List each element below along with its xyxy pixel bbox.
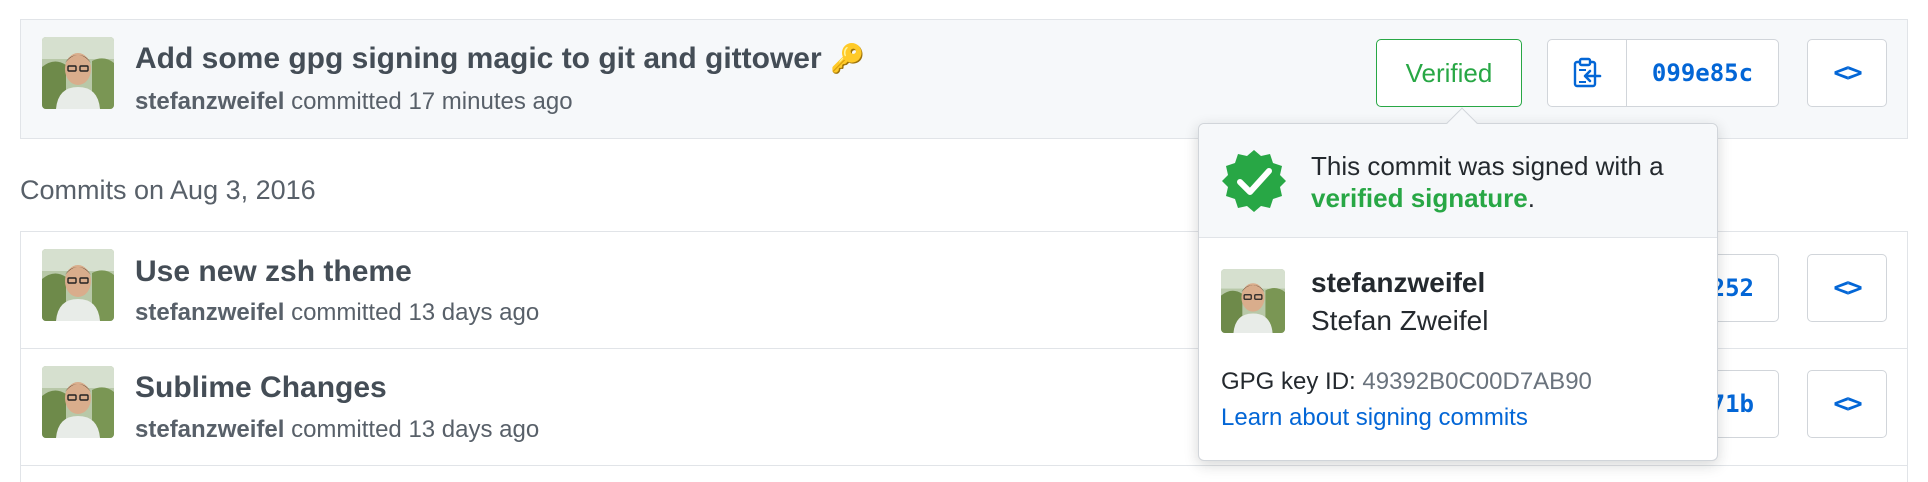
commit-author[interactable]: stefanzweifel xyxy=(135,299,284,326)
commit-title[interactable]: Use new zsh theme xyxy=(135,255,412,289)
gpg-key-value: 49392B0C00D7AB90 xyxy=(1362,368,1592,395)
commit-action: committed xyxy=(291,88,402,115)
code-icon: <> xyxy=(1833,273,1862,303)
sha-link[interactable]: 099e85c xyxy=(1626,40,1778,106)
sha-text[interactable]: 099e85c xyxy=(1652,59,1753,87)
commit-time: 13 days ago xyxy=(408,416,540,443)
code-icon: <> xyxy=(1833,58,1862,88)
key-icon: 🔑 xyxy=(830,43,865,74)
commit-author[interactable]: stefanzweifel xyxy=(135,88,284,115)
commit-time: 17 minutes ago xyxy=(408,88,573,115)
commit-author[interactable]: stefanzweifel xyxy=(135,416,284,443)
signature-popover: This commit was signed with a verified s… xyxy=(1198,107,1718,461)
gpg-key-id: GPG key ID: 49392B0C00D7AB90 xyxy=(1221,368,1592,396)
date-heading: Commits on Aug 3, 2016 xyxy=(20,175,316,205)
sha-button-group: 099e85c xyxy=(1547,39,1779,107)
signer-full-name: Stefan Zweifel xyxy=(1311,305,1489,336)
browse-code-button[interactable]: <> xyxy=(1807,370,1887,438)
signature-message-text: This commit was signed with a xyxy=(1311,151,1664,181)
commit-action: committed xyxy=(291,299,402,326)
copy-sha-button[interactable] xyxy=(1548,40,1626,106)
avatar[interactable] xyxy=(42,366,114,438)
signature-message-suffix: . xyxy=(1527,183,1535,213)
verified-label: Verified xyxy=(1405,57,1493,88)
code-icon: <> xyxy=(1833,389,1862,419)
commit-title[interactable]: Add some gpg signing magic to git and gi… xyxy=(135,42,865,76)
commit-time: 13 days ago xyxy=(408,299,540,326)
popover-header: This commit was signed with a verified s… xyxy=(1199,124,1717,238)
signer-avatar[interactable] xyxy=(1221,269,1285,333)
browse-code-button[interactable]: <> xyxy=(1807,254,1887,322)
gpg-key-label: GPG key ID: xyxy=(1221,368,1356,395)
commit-meta: stefanzweifel committed 13 days ago xyxy=(135,299,539,327)
learn-signing-link[interactable]: Learn about signing commits xyxy=(1221,404,1528,432)
verified-signature-link[interactable]: verified signature xyxy=(1311,183,1528,213)
verified-badge-icon xyxy=(1222,150,1286,212)
signature-message: This commit was signed with a verified s… xyxy=(1311,150,1701,214)
commit-action: committed xyxy=(291,416,402,443)
commit-title-text[interactable]: Add some gpg signing magic to git and gi… xyxy=(135,42,822,75)
verified-badge-button[interactable]: Verified xyxy=(1376,39,1522,107)
signer-username[interactable]: stefanzweifel xyxy=(1311,267,1485,299)
avatar[interactable] xyxy=(42,249,114,321)
commit-history-page: Add some gpg signing magic to git and gi… xyxy=(0,0,1928,482)
clipboard-icon xyxy=(1573,57,1602,88)
commit-meta: stefanzweifel committed 13 days ago xyxy=(135,416,539,444)
browse-code-button[interactable]: <> xyxy=(1807,39,1887,107)
commit-row xyxy=(20,465,1908,482)
commit-meta: stefanzweifel committed 17 minutes ago xyxy=(135,88,573,116)
commit-title[interactable]: Sublime Changes xyxy=(135,371,387,405)
avatar[interactable] xyxy=(42,37,114,109)
commit-row: Add some gpg signing magic to git and gi… xyxy=(20,19,1908,139)
